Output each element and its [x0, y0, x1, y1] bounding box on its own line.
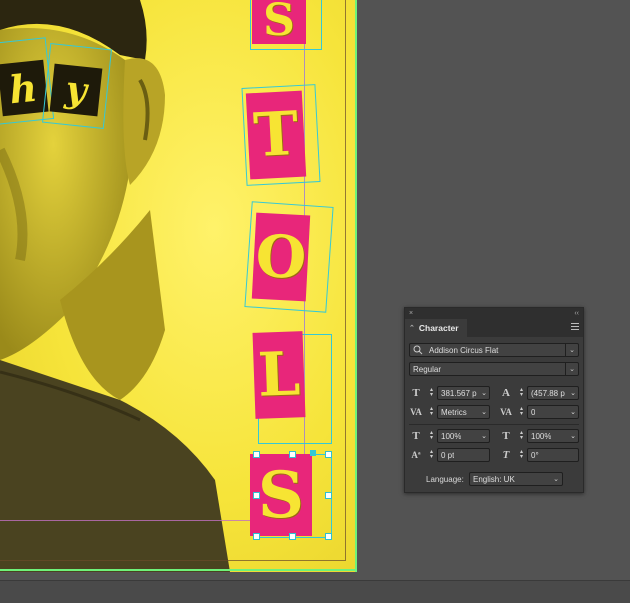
tab-character[interactable]: ⌃ Character	[405, 319, 467, 337]
leading-value: (457.88 p	[531, 388, 565, 398]
tab-arrow-icon: ⌃	[409, 325, 415, 332]
divider	[409, 424, 579, 425]
horizontal-scale-field[interactable]: 100% ⌄	[527, 429, 579, 443]
selection-handle[interactable]	[325, 492, 332, 499]
collapse-panel-button[interactable]: ‹‹	[574, 310, 579, 317]
ransom-letter[interactable]: S	[252, 0, 306, 46]
skew-stepper[interactable]: ▴ ▾	[517, 448, 526, 462]
ransom-letter[interactable]: L	[252, 331, 306, 419]
language-dropdown[interactable]: English: UK ⌄	[469, 472, 563, 486]
page-edge	[355, 0, 357, 572]
text-frame-edge	[0, 520, 258, 521]
horizontal-scale-stepper[interactable]: ▴ ▾	[517, 429, 526, 443]
chevron-down-icon[interactable]: ⌄	[550, 473, 562, 485]
font-family-value: Addison Circus Flat	[429, 345, 499, 355]
selection-handle[interactable]	[289, 533, 296, 540]
panel-titlebar[interactable]: × ‹‹	[405, 308, 583, 319]
search-icon	[413, 345, 423, 355]
close-panel-button[interactable]: ×	[409, 310, 413, 317]
chevron-down-icon[interactable]: ⌄	[481, 408, 487, 416]
margin-guide	[0, 560, 346, 561]
chevron-down-icon[interactable]: ⌄	[570, 432, 576, 440]
horizontal-scale-icon: T	[502, 430, 510, 442]
kerning-icon: VA	[410, 407, 422, 417]
vertical-scale-icon: T	[412, 430, 420, 442]
tracking-icon: VA	[500, 407, 512, 417]
vertical-scale-field[interactable]: 100% ⌄	[437, 429, 490, 443]
chevron-down-icon[interactable]: ⌄	[565, 344, 578, 356]
baseline-shift-field[interactable]: 0 pt	[437, 448, 490, 462]
chevron-down-icon[interactable]: ⌄	[481, 432, 487, 440]
ransom-letter[interactable]: O	[251, 212, 311, 302]
chevron-down-icon[interactable]: ⌄	[570, 389, 576, 397]
kerning-value: Metrics	[441, 407, 467, 417]
tracking-value: 0	[531, 407, 536, 417]
selection-handle[interactable]	[325, 533, 332, 540]
skew-field[interactable]: 0°	[527, 448, 579, 462]
selection-handle[interactable]	[253, 492, 260, 499]
chevron-down-icon[interactable]: ⌄	[570, 408, 576, 416]
ransom-letter[interactable]: T	[245, 90, 307, 180]
skew-icon: T	[502, 449, 510, 461]
document-page[interactable]: h y S T O L S	[0, 0, 357, 572]
tracking-stepper[interactable]: ▴ ▾	[517, 405, 526, 419]
font-family-dropdown[interactable]: Addison Circus Flat ⌄	[409, 343, 579, 357]
selection-handle[interactable]	[253, 533, 260, 540]
horizontal-scale-value: 100%	[531, 431, 552, 441]
font-size-icon: T	[412, 387, 420, 399]
font-size-field[interactable]: 381.567 p ⌄	[437, 386, 490, 400]
leading-icon: A	[502, 387, 510, 399]
status-bar	[0, 580, 630, 603]
language-label: Language:	[426, 475, 464, 484]
baseline-shift-value: 0 pt	[441, 450, 455, 460]
tracking-field[interactable]: 0 ⌄	[527, 405, 579, 419]
ransom-letter[interactable]: h	[0, 59, 49, 117]
selection-handle[interactable]	[253, 451, 260, 458]
vertical-scale-stepper[interactable]: ▴ ▾	[427, 429, 436, 443]
kerning-field[interactable]: Metrics ⌄	[437, 405, 490, 419]
ransom-letter[interactable]: y	[49, 63, 103, 117]
font-style-dropdown[interactable]: Regular ⌄	[409, 362, 579, 376]
character-panel[interactable]: × ‹‹ ⌃ Character Addison Circus Flat ⌄ R…	[404, 307, 584, 493]
leading-stepper[interactable]: ▴ ▾	[517, 386, 526, 400]
selection-handle[interactable]	[325, 451, 332, 458]
page-edge	[0, 569, 357, 571]
chevron-down-icon[interactable]: ⌄	[481, 389, 487, 397]
chevron-down-icon[interactable]: ⌄	[565, 363, 578, 375]
language-value: English: UK	[473, 474, 515, 484]
leading-field[interactable]: (457.88 p ⌄	[527, 386, 579, 400]
tab-character-label: Character	[418, 323, 459, 333]
font-size-value: 381.567 p	[441, 388, 477, 398]
selection-handle[interactable]	[289, 451, 296, 458]
panel-menu-icon[interactable]	[571, 323, 579, 331]
font-size-stepper[interactable]: ▴ ▾	[427, 386, 436, 400]
skew-value: 0°	[531, 450, 539, 460]
baseline-shift-stepper[interactable]: ▴ ▾	[427, 448, 436, 462]
baseline-shift-icon: Aª	[411, 450, 421, 460]
margin-guide	[345, 0, 346, 560]
panel-tab-row: ⌃ Character	[405, 319, 583, 337]
vertical-scale-value: 100%	[441, 431, 462, 441]
frame-in-port[interactable]	[310, 450, 316, 456]
font-style-value: Regular	[413, 364, 442, 374]
kerning-stepper[interactable]: ▴ ▾	[427, 405, 436, 419]
